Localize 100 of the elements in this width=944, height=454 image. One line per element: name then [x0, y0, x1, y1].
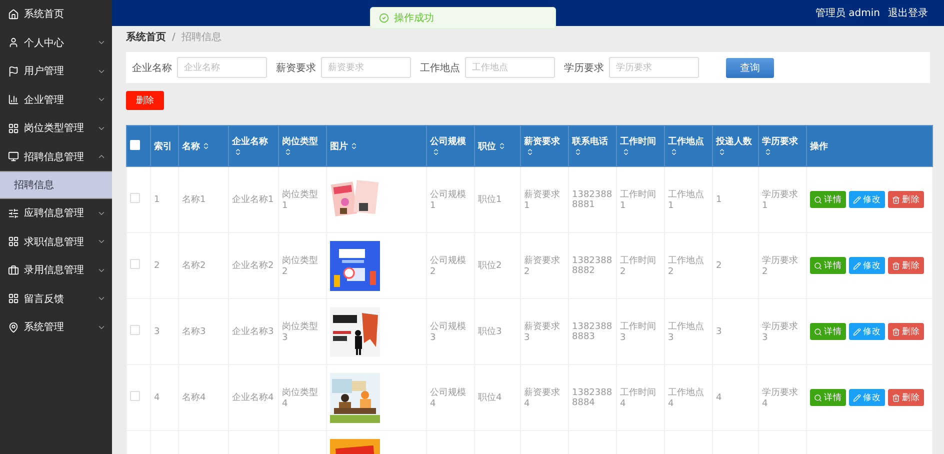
column-header[interactable]: 公司规模 — [426, 126, 474, 166]
search-icon — [814, 262, 822, 270]
sort-icon — [350, 142, 358, 150]
action-button[interactable]: 详情 — [810, 323, 846, 340]
checkbox[interactable] — [130, 259, 140, 269]
pencil-icon — [853, 328, 861, 336]
table-cell: 1 — [712, 166, 758, 232]
user-icon — [8, 37, 19, 48]
input-field[interactable]: 薪资要求 — [321, 57, 411, 78]
sidebar-item[interactable]: 岗位类型管理 — [0, 114, 112, 142]
table-cell: 公司规模3 — [426, 298, 474, 364]
search-button[interactable]: 查询 — [726, 58, 774, 78]
grid-icon — [8, 122, 19, 134]
home-icon — [8, 8, 19, 20]
column-header[interactable]: 投递人数 — [712, 126, 758, 166]
sidebar-subitem[interactable]: 招聘信息 — [0, 171, 112, 199]
table-cell: 公司规模2 — [426, 232, 474, 298]
field-label: 学历要求 — [564, 62, 604, 74]
column-header[interactable]: 名称 — [178, 126, 228, 166]
column-header[interactable]: 图片 — [326, 126, 426, 166]
action-button[interactable]: 修改 — [849, 323, 885, 340]
delete-button[interactable]: 删除 — [126, 91, 164, 110]
table-cell: 名称2 — [178, 232, 228, 298]
action-button[interactable]: 详情 — [810, 257, 846, 274]
table-cell: 职位3 — [474, 298, 520, 364]
sidebar-item[interactable]: 录用信息管理 — [0, 256, 112, 284]
user-label: 管理员 admin — [815, 7, 880, 20]
trash-icon — [892, 328, 900, 336]
sort-icon — [574, 148, 582, 156]
grid-icon — [8, 293, 19, 304]
field-label: 工作地点 — [420, 62, 460, 74]
sidebar-item[interactable]: 求职信息管理 — [0, 228, 112, 256]
table-cell: 企业名称3 — [228, 298, 278, 364]
action-button[interactable]: 修改 — [849, 389, 885, 406]
column-header: 索引 — [150, 126, 178, 166]
field-label: 薪资要求 — [276, 62, 316, 74]
column-header[interactable]: 企业名称 — [228, 126, 278, 166]
briefcase-icon — [8, 264, 19, 276]
column-header[interactable]: 工作地点 — [664, 126, 712, 166]
sidebar-item[interactable]: 用户管理 — [0, 57, 112, 86]
checkbox[interactable] — [130, 391, 140, 401]
action-button[interactable]: 修改 — [849, 191, 885, 208]
table-cell: 13823888883 — [568, 298, 616, 364]
action-button[interactable]: 删除 — [888, 257, 924, 274]
table-cell: 学历要求1 — [758, 166, 806, 232]
logout-link[interactable]: 退出登录 — [888, 6, 928, 20]
column-header[interactable]: 工作时间 — [616, 126, 664, 166]
table-cell: 企业名称4 — [228, 364, 278, 430]
table-cell: 工作时间4 — [616, 364, 664, 430]
column-header[interactable]: 联系电话 — [568, 126, 616, 166]
action-button[interactable]: 删除 — [888, 323, 924, 340]
sidebar-item[interactable]: 应聘信息管理 — [0, 199, 112, 228]
breadcrumb-item: 招聘信息 — [181, 30, 222, 44]
input-field[interactable]: 企业名称 — [177, 57, 267, 78]
table-cell: 学历要求2 — [758, 232, 806, 298]
sort-icon — [284, 148, 292, 156]
search-icon — [814, 328, 822, 336]
action-button[interactable]: 修改 — [849, 257, 885, 274]
table-cell: 2 — [150, 232, 178, 298]
table-cell: 工作时间3 — [616, 298, 664, 364]
bar-chart-icon — [8, 94, 19, 106]
sidebar-item[interactable]: 系统首页 — [0, 0, 112, 28]
table-cell: 4 — [712, 364, 758, 430]
flag-icon — [8, 66, 19, 77]
sidebar-item[interactable]: 招聘信息管理 — [0, 142, 112, 171]
column-header[interactable]: 薪资要求 — [520, 126, 568, 166]
sort-icon — [670, 148, 678, 156]
table-cell: 职位2 — [474, 232, 520, 298]
table-cell: 薪资要求3 — [520, 298, 568, 364]
table-cell: 工作时间1 — [616, 166, 664, 232]
table-cell: 企业名称2 — [228, 232, 278, 298]
action-button[interactable]: 删除 — [888, 191, 924, 208]
sidebar-item[interactable]: 系统管理 — [0, 313, 112, 342]
action-button[interactable]: 详情 — [810, 191, 846, 208]
table-cell: 职位1 — [474, 166, 520, 232]
input-field[interactable]: 工作地点 — [465, 57, 555, 78]
table-cell: 名称3 — [178, 298, 228, 364]
action-button[interactable]: 详情 — [810, 389, 846, 406]
table-cell: 学历要求3 — [758, 298, 806, 364]
table-cell: 公司规模1 — [426, 166, 474, 232]
table-cell: 薪资要求1 — [520, 166, 568, 232]
sort-icon — [526, 148, 534, 156]
column-header[interactable]: 职位 — [474, 126, 520, 166]
checkbox[interactable] — [130, 325, 140, 335]
sidebar-item[interactable]: 个人中心 — [0, 28, 112, 57]
action-button[interactable]: 删除 — [888, 389, 924, 406]
table-cell: 工作地点1 — [664, 166, 712, 232]
table-cell: 名称4 — [178, 364, 228, 430]
column-header[interactable]: 岗位类型 — [278, 126, 326, 166]
input-field[interactable]: 学历要求 — [609, 57, 699, 78]
sidebar-item[interactable]: 企业管理 — [0, 86, 112, 114]
sort-icon — [622, 148, 630, 156]
sidebar-item[interactable]: 留言反馈 — [0, 284, 112, 313]
pin-icon — [8, 322, 19, 333]
table-cell: 职位4 — [474, 364, 520, 430]
breadcrumb-item[interactable]: 系统首页 — [126, 30, 166, 44]
table-cell: 岗位类型4 — [278, 364, 326, 430]
column-header[interactable]: 学历要求 — [758, 126, 806, 166]
trash-icon — [892, 196, 900, 204]
checkbox[interactable] — [130, 193, 140, 203]
